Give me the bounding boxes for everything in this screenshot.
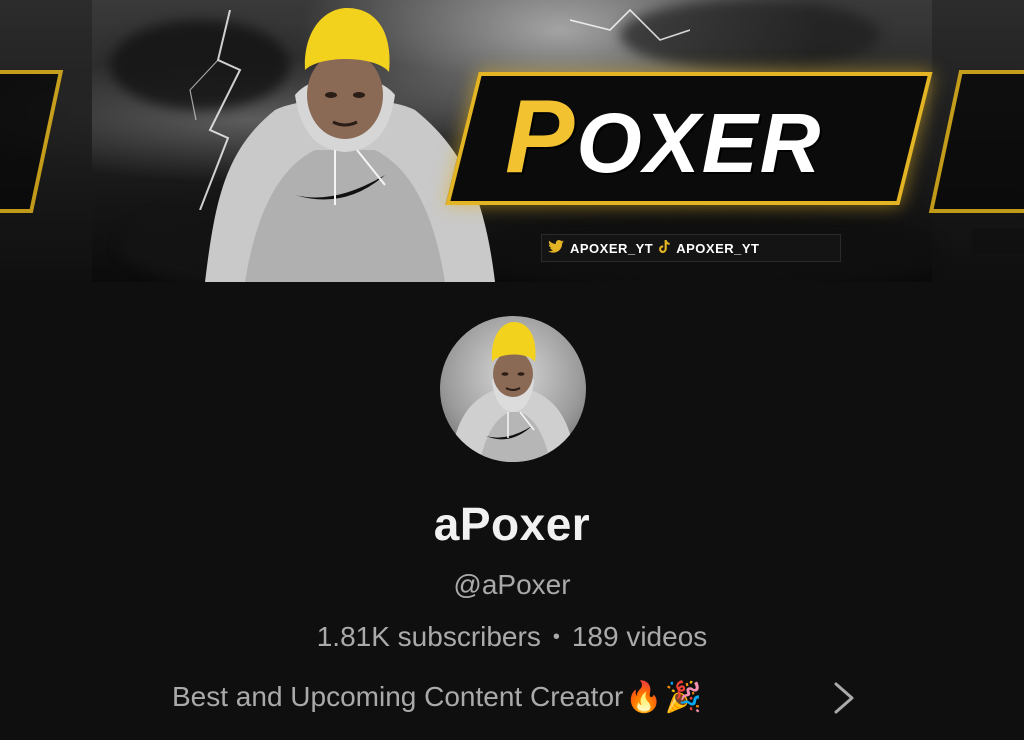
channel-description[interactable]: Best and Upcoming Content Creator 🔥 🎉 [172,677,702,717]
video-count: 189 videos [571,621,708,652]
subscriber-count: 1.81K subscribers [316,621,541,652]
party-popper-emoji: 🎉 [664,680,703,714]
chevron-right-icon[interactable] [828,680,860,716]
twitter-icon [548,240,564,256]
tiktok-icon [659,240,670,256]
banner-social-handles: APOXER_YT APOXER_YT [541,234,841,262]
channel-banner: POXER APOXER_YT APOXER_YT [0,0,1024,282]
banner-character-illustration [205,8,495,282]
fire-emoji: 🔥 [625,680,663,714]
lightning-graphic [570,8,690,41]
banner-repeat-left [0,0,92,282]
channel-avatar[interactable] [440,316,586,462]
channel-handle: @aPoxer [453,569,571,600]
description-text: Best and Upcoming Content Creator [172,681,624,712]
banner-repeat-right [928,0,1024,282]
banner-logo-first-letter: P [505,79,577,195]
avatar-character-illustration [450,322,576,462]
channel-stats: 1.81K subscribers • 189 videos [0,621,1024,653]
twitter-handle: APOXER_YT [570,240,654,256]
channel-name: aPoxer [433,498,591,550]
banner-logo-rest: OXER [576,96,823,190]
stats-separator: • [552,626,560,648]
banner-logo: POXER [505,82,905,192]
tiktok-handle: APOXER_YT [676,240,760,256]
